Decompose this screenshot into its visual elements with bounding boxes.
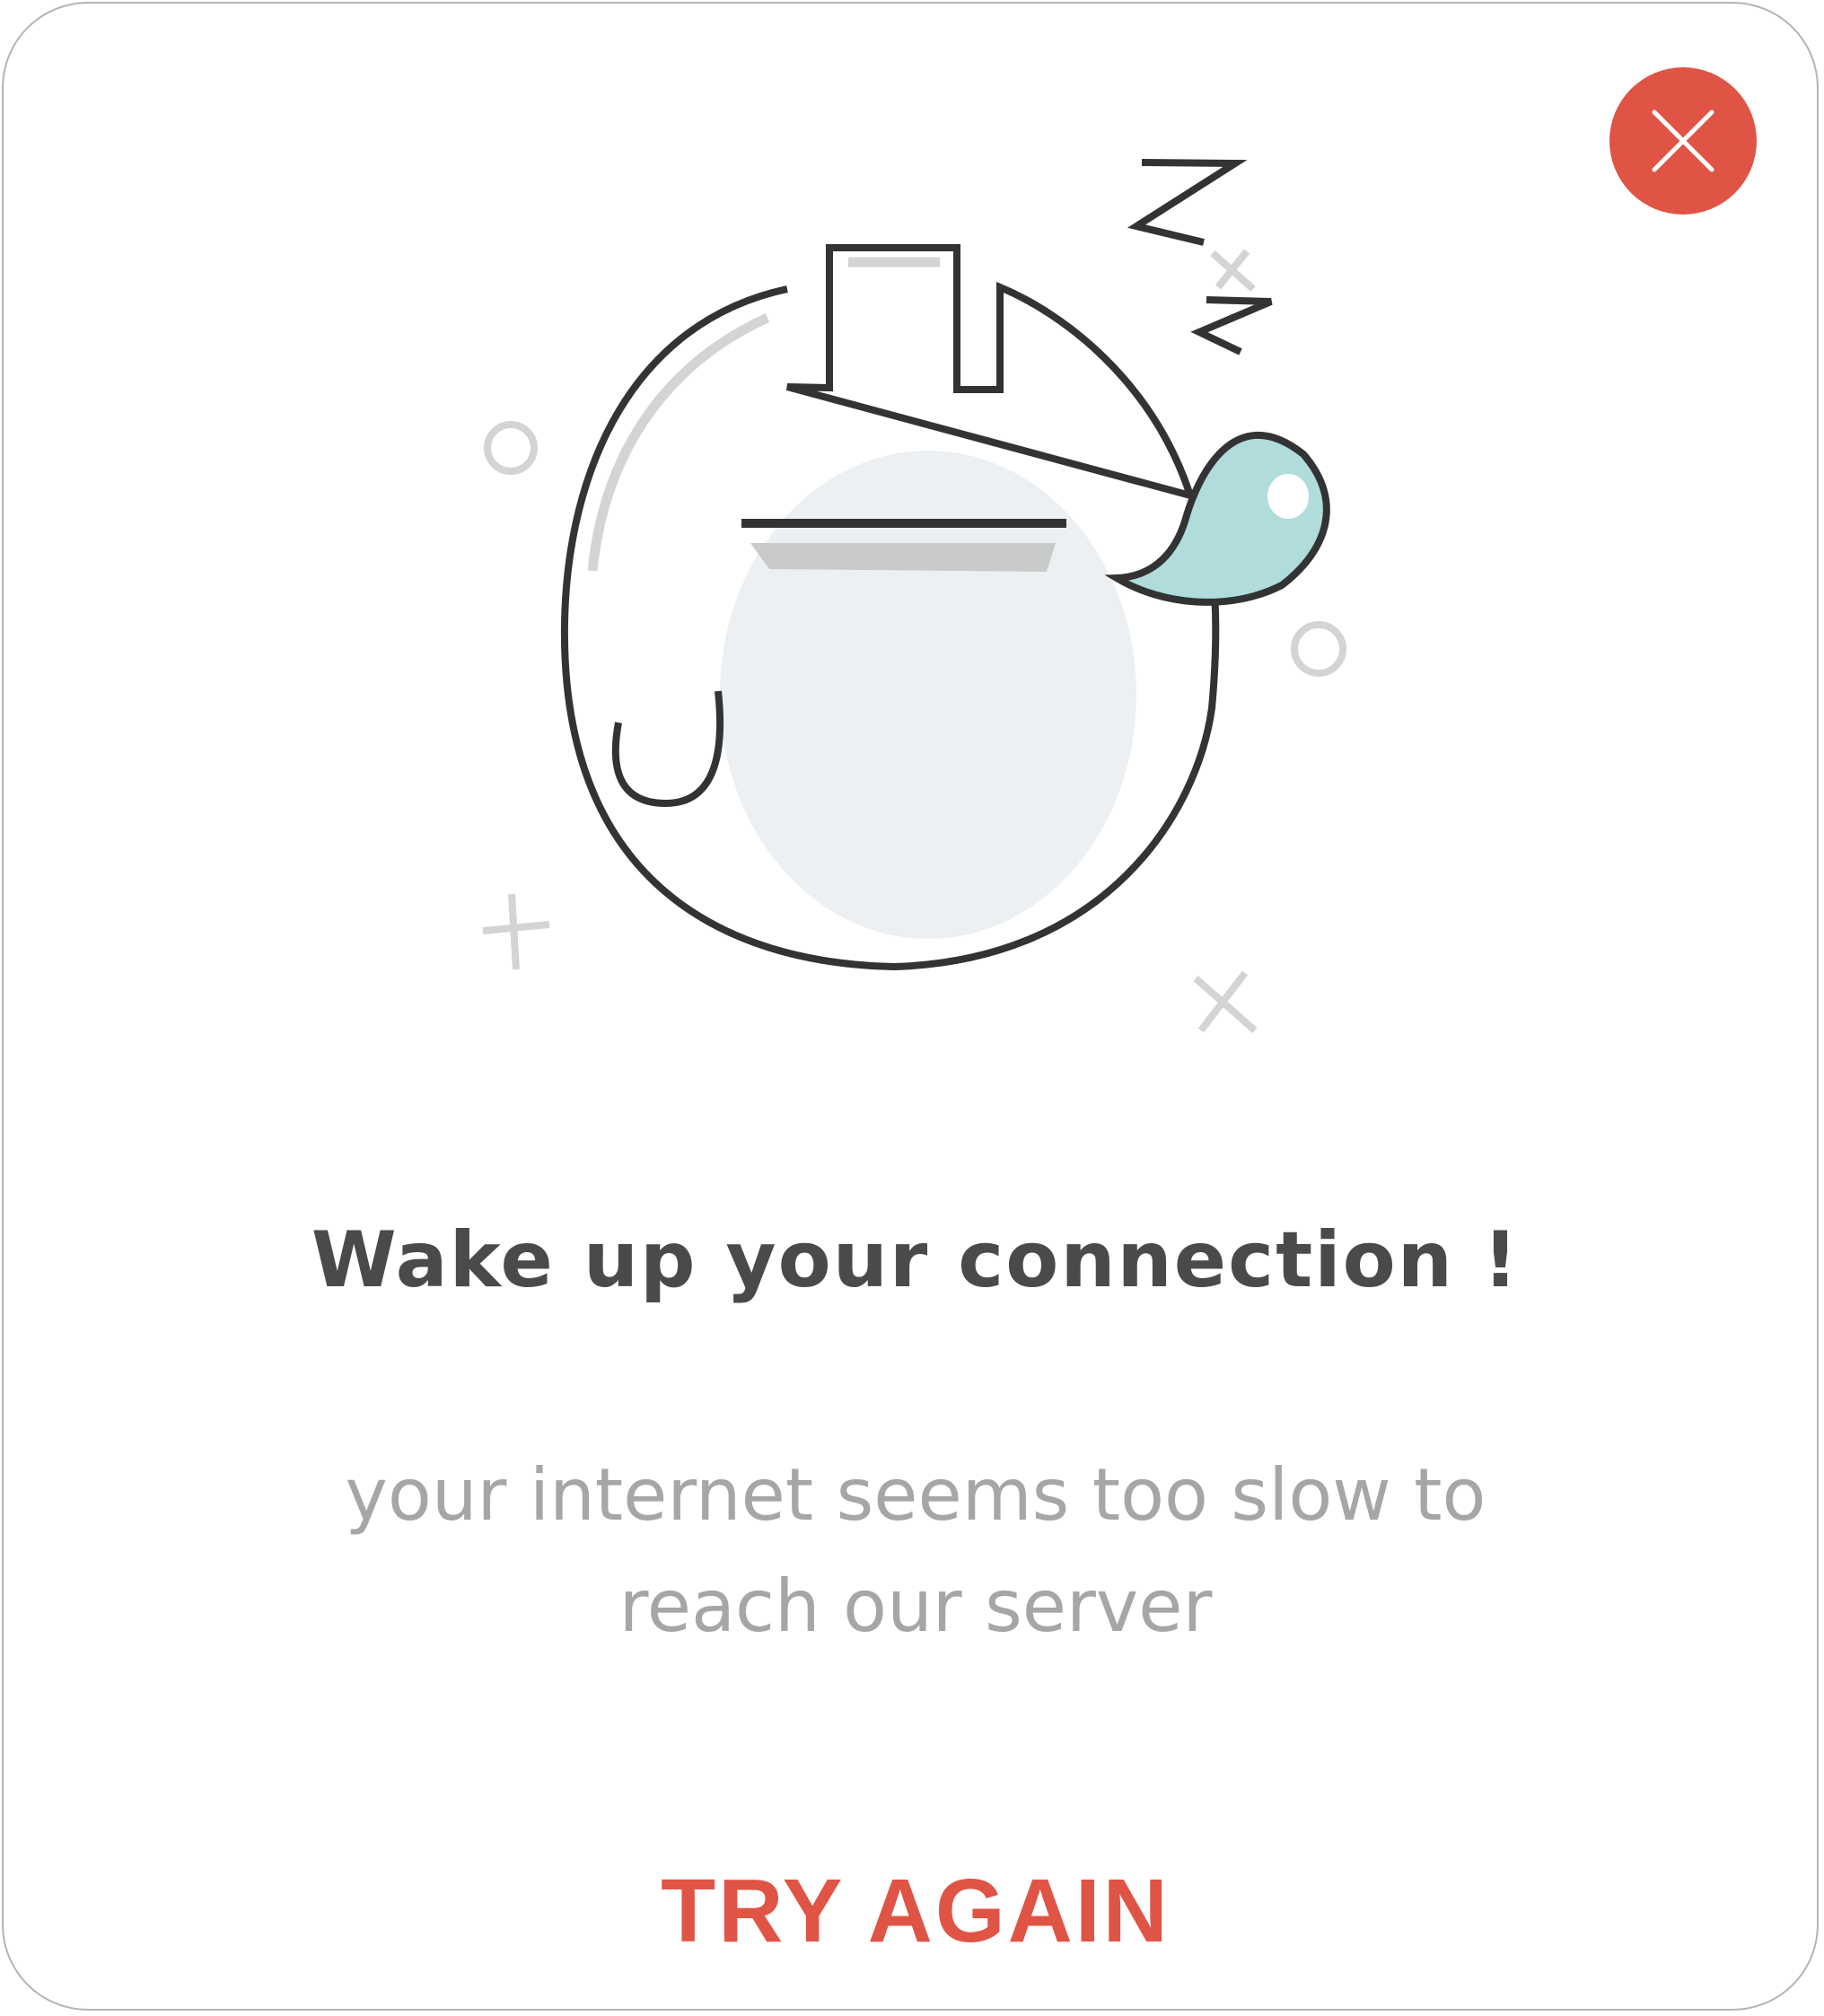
- dialog-message: your internet seems too slow to reach ou…: [4, 1440, 1824, 1662]
- eye-shadow: [750, 543, 1056, 572]
- decor-circle-right: [1291, 621, 1346, 677]
- sleeping-plug-icon: [482, 159, 1346, 1034]
- try-again-button[interactable]: TRY AGAIN: [646, 1853, 1185, 1969]
- bubble-shine: [1267, 474, 1309, 519]
- connection-error-dialog: Wake up your connection ! your internet …: [2, 2, 1819, 2011]
- decor-circle-left: [484, 421, 538, 475]
- dialog-message-line-2: reach our server: [618, 1565, 1213, 1648]
- body-highlight: [587, 312, 770, 572]
- z-large: [1127, 159, 1248, 246]
- z-small: [1190, 296, 1273, 355]
- dialog-title: Wake up your connection !: [311, 1215, 1521, 1305]
- mouth: [611, 690, 724, 808]
- dialog-message-line-1: your internet seems too slow to: [345, 1453, 1486, 1537]
- snot-bubble: [1104, 431, 1330, 606]
